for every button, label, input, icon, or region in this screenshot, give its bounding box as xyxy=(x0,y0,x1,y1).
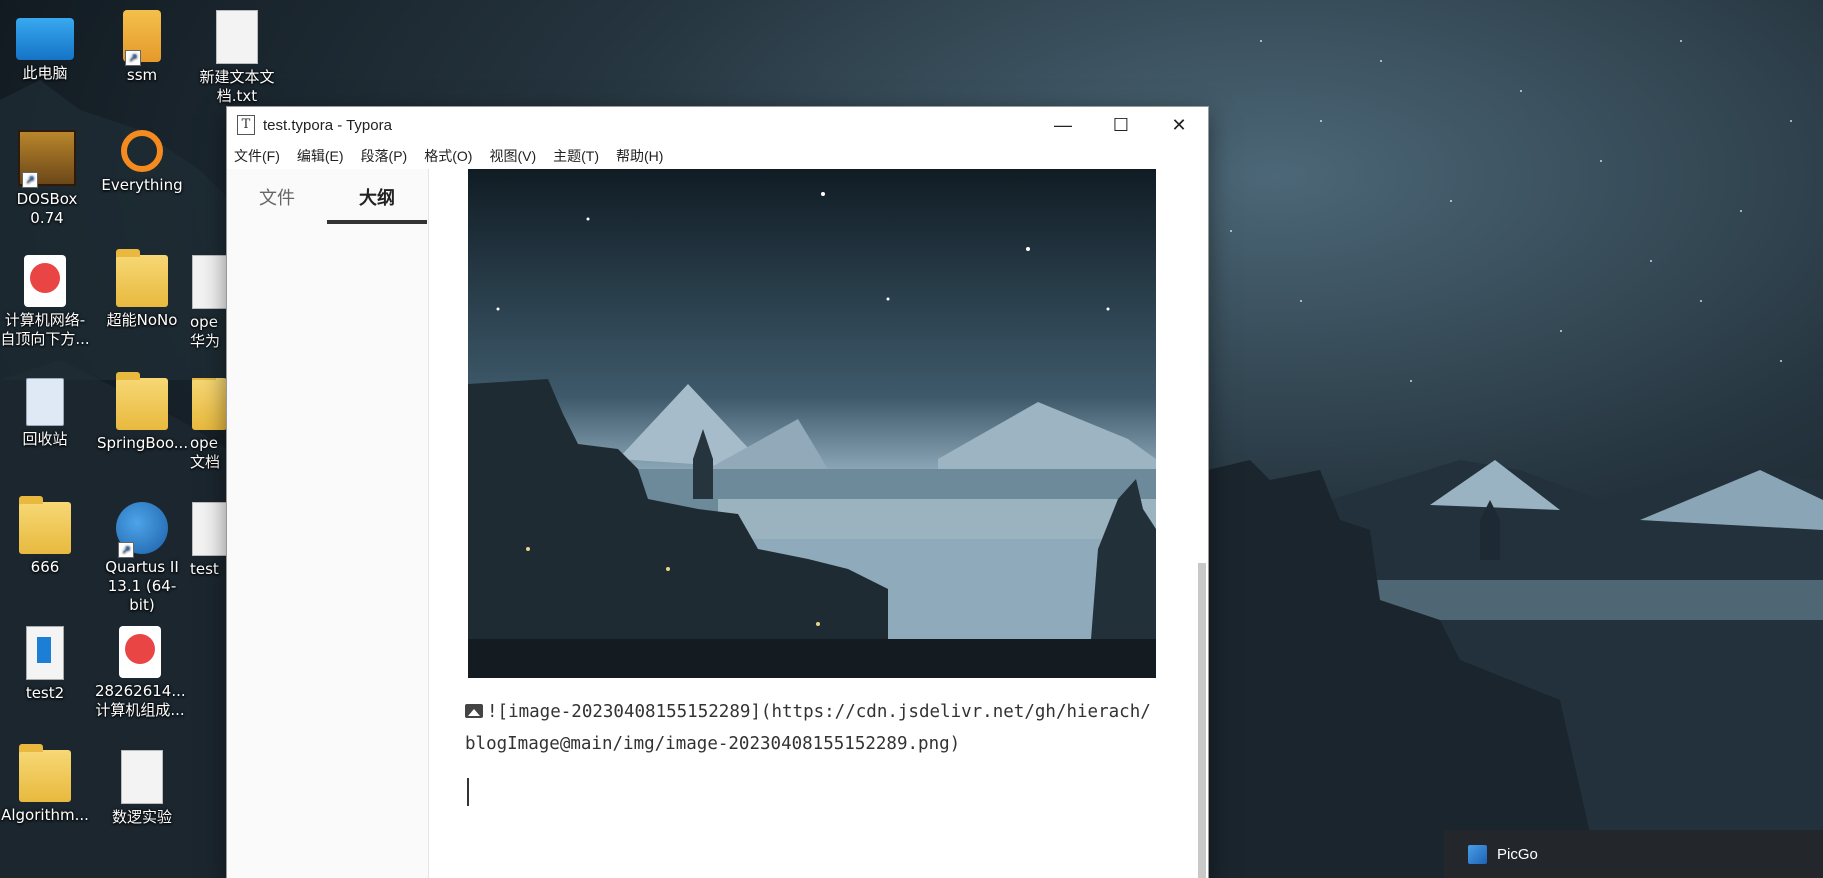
image-markdown-text: ![image-20230408155152289](https://cdn.j… xyxy=(465,702,1151,754)
menu-file[interactable]: 文件(F) xyxy=(234,146,280,166)
sublime-text-icon: ↗ xyxy=(123,10,161,66)
typora-app-icon: T xyxy=(237,115,255,135)
text-cursor xyxy=(467,778,469,806)
scrollbar[interactable] xyxy=(1198,169,1208,878)
folder-icon xyxy=(19,496,71,554)
desktop-icon-quartus[interactable]: ↗ Quartus II 13.1 (64-bit) xyxy=(97,502,187,615)
desktop-icon-computer-organization-pdf[interactable]: 28262614... 计算机组成... xyxy=(95,626,186,720)
desktop-icon-test2[interactable]: test2 xyxy=(0,626,90,703)
quartus-icon: ↗ xyxy=(116,502,168,558)
doc-icon xyxy=(121,750,163,804)
folder-icon xyxy=(192,378,227,430)
shortcut-arrow-icon: ↗ xyxy=(118,542,134,558)
text-file-icon xyxy=(216,10,258,64)
sidebar-tabs: 文件 大纲 xyxy=(227,169,428,224)
menu-view[interactable]: 视图(V) xyxy=(489,146,536,166)
desktop-icon-label: ssm xyxy=(126,66,158,84)
picgo-label: PicGo xyxy=(1497,845,1538,863)
shortcut-arrow-icon: ↗ xyxy=(125,50,141,66)
desktop-icon-label: Everything xyxy=(101,176,183,194)
desktop-icon-label: Quartus II 13.1 (64-bit) xyxy=(105,558,179,614)
desktop-icon-test[interactable]: test xyxy=(190,502,227,579)
desktop-icon-label: ope 文档 xyxy=(190,434,221,471)
this-pc-icon xyxy=(16,18,74,60)
typora-window[interactable]: T test.typora - Typora — ☐ ✕ 文件(F) 编辑(E)… xyxy=(227,107,1208,878)
folder-icon xyxy=(116,249,168,307)
tab-outline[interactable]: 大纲 xyxy=(327,169,427,224)
desktop-icon-label: 666 xyxy=(30,558,60,576)
folder-icon xyxy=(116,372,168,430)
desktop-icon-ssm[interactable]: ↗ ssm xyxy=(97,10,187,85)
typora-file-icon xyxy=(26,626,64,680)
doc-icon xyxy=(192,255,227,309)
picgo-taskbar-item[interactable]: PicGo xyxy=(1444,830,1823,878)
desktop-icon-label: 计算机网络-自顶向下方... xyxy=(0,311,90,348)
shortcut-arrow-icon: ↗ xyxy=(22,172,38,188)
sidebar: 文件 大纲 xyxy=(227,169,429,878)
desktop-icon-label: 回收站 xyxy=(22,430,68,448)
pdf-icon xyxy=(24,255,66,307)
desktop-icon-new-text-file[interactable]: 新建文本文档.txt xyxy=(192,10,282,106)
doc-icon xyxy=(192,502,227,556)
close-button[interactable]: ✕ xyxy=(1150,107,1208,143)
menu-help[interactable]: 帮助(H) xyxy=(616,146,663,166)
desktop-icon-everything[interactable]: Everything xyxy=(97,130,187,195)
scrollbar-thumb[interactable] xyxy=(1198,563,1206,878)
editor-area[interactable]: ![image-20230408155152289](https://cdn.j… xyxy=(429,169,1208,878)
desktop-icon-label: ope 华为 xyxy=(190,313,221,350)
desktop-icon-label: 新建文本文档.txt xyxy=(199,68,275,105)
desktop-icon-label: Algorithm... xyxy=(1,806,89,824)
menu-bar: 文件(F) 编辑(E) 段落(P) 格式(O) 视图(V) 主题(T) 帮助(H… xyxy=(227,143,1208,169)
dosbox-icon: ↗ xyxy=(18,130,76,188)
picgo-icon xyxy=(1468,844,1487,864)
pdf-icon xyxy=(119,626,161,678)
desktop-icon-label: SpringBoo... xyxy=(97,434,189,452)
window-controls: — ☐ ✕ xyxy=(1034,107,1208,143)
folder-icon xyxy=(19,744,71,802)
desktop-icon-label: DOSBox 0.74 xyxy=(16,190,78,227)
desktop-icon-label: 超能NoNo xyxy=(106,311,178,329)
recycle-bin-icon xyxy=(26,378,64,426)
desktop-icon-this-pc[interactable]: 此电脑 xyxy=(0,10,90,83)
desktop-icon-ope-docs[interactable]: ope 文档 xyxy=(190,378,227,472)
window-title: test.typora - Typora xyxy=(263,116,392,134)
desktop-icon-computer-network-pdf[interactable]: 计算机网络-自顶向下方... xyxy=(0,255,90,349)
desktop-icon-logic-experiment[interactable]: 数逻实验 xyxy=(97,750,187,827)
desktop-icon-label: 数逻实验 xyxy=(111,808,172,826)
title-bar[interactable]: T test.typora - Typora — ☐ ✕ xyxy=(227,107,1208,143)
desktop-icon-ope-huawei[interactable]: ope 华为 xyxy=(190,255,227,351)
desktop-icon-666[interactable]: 666 xyxy=(0,496,90,577)
embedded-image[interactable] xyxy=(468,169,1156,678)
menu-edit[interactable]: 编辑(E) xyxy=(297,146,344,166)
desktop-icon-springboot[interactable]: SpringBoo... xyxy=(97,372,189,453)
desktop-icon-algorithm[interactable]: Algorithm... xyxy=(0,744,90,825)
desktop-icon-label: 28262614... 计算机组成... xyxy=(95,682,186,719)
menu-format[interactable]: 格式(O) xyxy=(424,146,472,166)
image-icon xyxy=(465,704,483,718)
desktop-icon-recycle-bin[interactable]: 回收站 xyxy=(0,378,90,449)
image-markdown-source[interactable]: ![image-20230408155152289](https://cdn.j… xyxy=(465,696,1155,760)
desktop-icon-nono[interactable]: 超能NoNo xyxy=(97,249,187,330)
minimize-button[interactable]: — xyxy=(1034,107,1092,143)
maximize-button[interactable]: ☐ xyxy=(1092,107,1150,143)
desktop-icon-label: test xyxy=(190,560,219,578)
desktop-icon-label: test2 xyxy=(25,684,65,702)
tab-files[interactable]: 文件 xyxy=(227,169,327,224)
desktop-icon-label: 此电脑 xyxy=(22,64,68,82)
everything-search-icon xyxy=(121,130,163,172)
menu-theme[interactable]: 主题(T) xyxy=(553,146,599,166)
desktop-icon-dosbox[interactable]: ↗ DOSBox 0.74 xyxy=(2,130,92,228)
menu-paragraph[interactable]: 段落(P) xyxy=(361,146,408,166)
